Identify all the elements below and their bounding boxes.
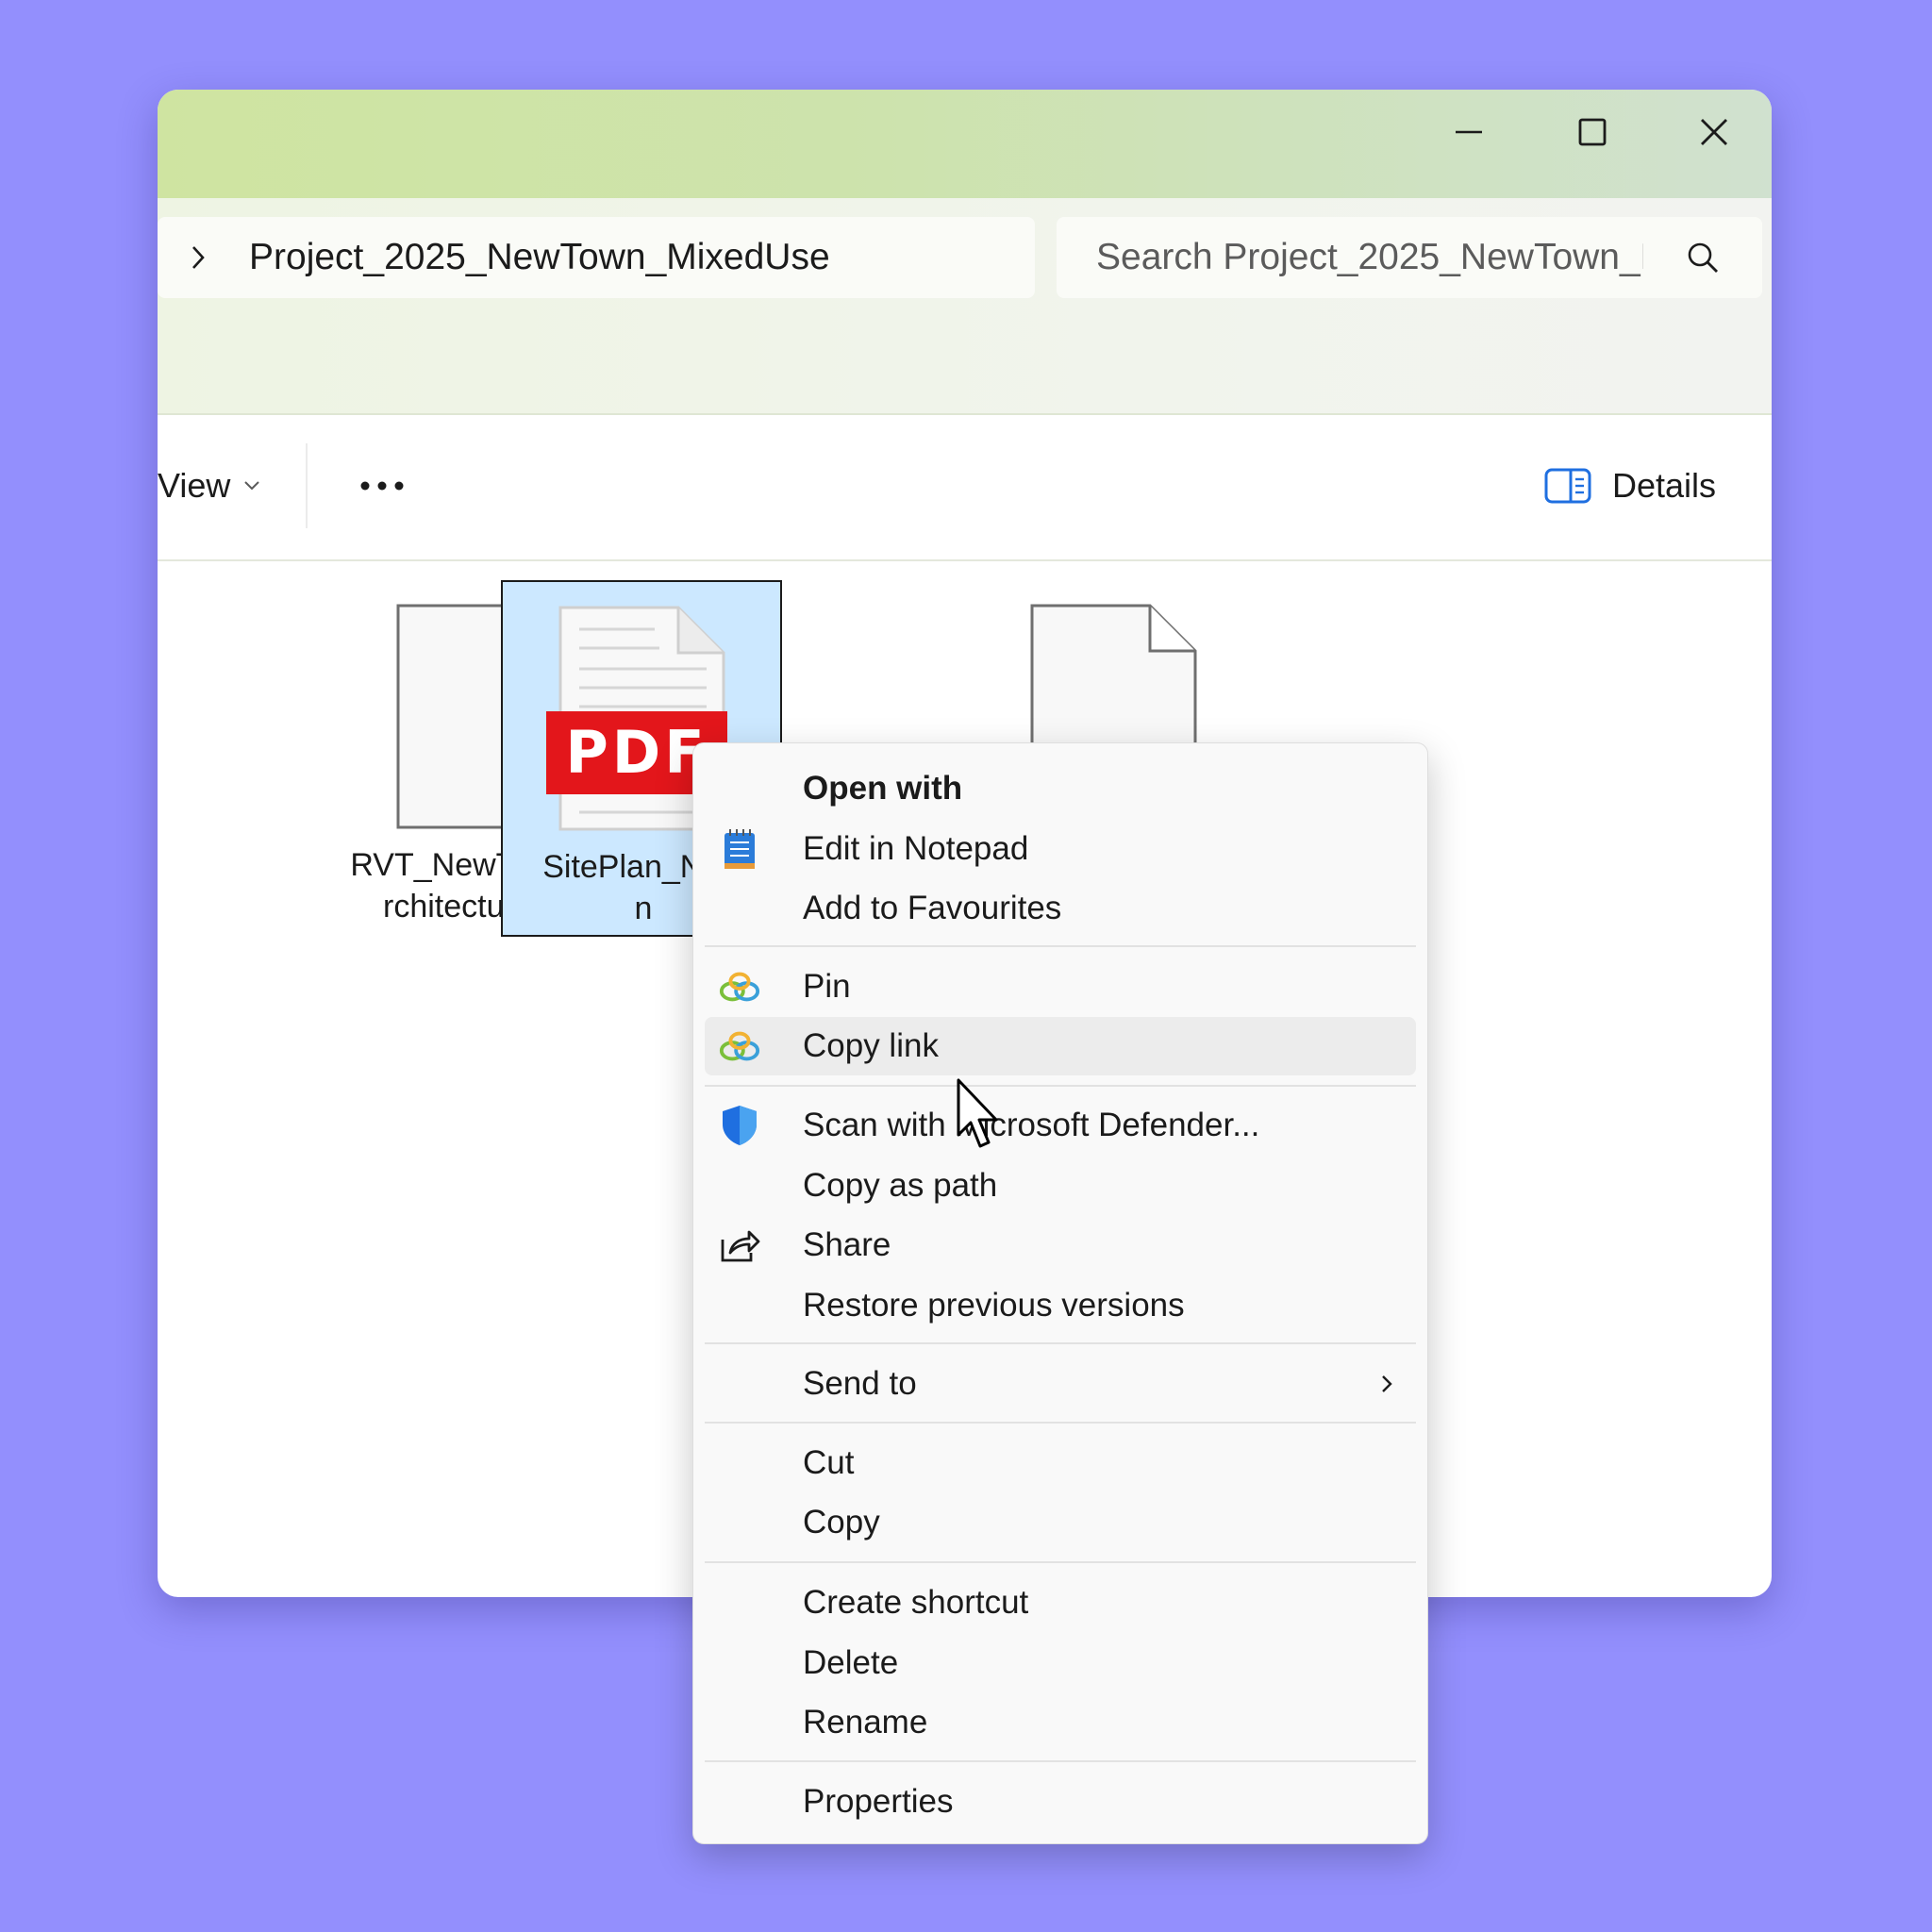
mouse-cursor-icon <box>957 1078 998 1148</box>
menu-item-copy-as-path[interactable]: Copy as path <box>705 1157 1416 1215</box>
minimize-icon <box>1456 130 1482 134</box>
menu-item-restore-versions[interactable]: Restore previous versions <box>705 1276 1416 1335</box>
menu-item-send-to[interactable]: Send to <box>705 1355 1416 1413</box>
menu-separator <box>705 1561 1416 1563</box>
menu-item-edit-notepad[interactable]: Edit in Notepad <box>705 820 1416 878</box>
view-button[interactable]: View <box>158 453 275 519</box>
more-options-button[interactable] <box>346 453 418 519</box>
menu-item-scan-defender[interactable]: Scan with Microsoft Defender... <box>705 1096 1416 1155</box>
search-icon <box>1688 242 1718 273</box>
menu-item-copy[interactable]: Copy <box>705 1493 1416 1552</box>
cloud-link-icon <box>718 1024 761 1068</box>
menu-item-pin[interactable]: Pin <box>705 958 1416 1016</box>
menu-item-rename[interactable]: Rename <box>705 1693 1416 1752</box>
close-button[interactable] <box>1656 90 1772 175</box>
menu-separator <box>705 1342 1416 1344</box>
menu-item-add-favourites[interactable]: Add to Favourites <box>705 879 1416 938</box>
menu-separator <box>705 1085 1416 1087</box>
view-label: View <box>158 466 231 505</box>
command-bar: View Details <box>158 415 1772 561</box>
details-pane-icon <box>1544 468 1591 504</box>
cloud-link-icon <box>718 965 761 1008</box>
menu-item-cut[interactable]: Cut <box>705 1434 1416 1492</box>
menu-separator <box>705 1760 1416 1762</box>
address-bar[interactable]: Project_2025_NewTown_MixedUse <box>158 217 1035 298</box>
chevron-right-icon <box>1382 1375 1392 1392</box>
toolbar-divider <box>306 443 308 528</box>
more-icon <box>360 481 404 491</box>
search-placeholder: Search Project_2025_NewTown_M <box>1096 237 1643 277</box>
chevron-right-icon[interactable] <box>184 238 212 277</box>
menu-item-create-shortcut[interactable]: Create shortcut <box>705 1574 1416 1632</box>
minimize-button[interactable] <box>1407 90 1530 175</box>
maximize-icon <box>1578 118 1607 146</box>
menu-item-open-with[interactable]: Open with <box>705 759 1416 818</box>
chevron-down-icon <box>244 481 260 491</box>
menu-item-properties[interactable]: Properties <box>705 1773 1416 1831</box>
search-input[interactable]: Search Project_2025_NewTown_M <box>1057 217 1762 298</box>
menu-separator <box>705 1422 1416 1424</box>
context-menu: Open with Edit in Notepad Add to Favouri… <box>692 742 1428 1844</box>
details-label: Details <box>1612 466 1717 505</box>
close-icon <box>1700 119 1727 145</box>
menu-item-share[interactable]: Share <box>705 1216 1416 1274</box>
share-icon <box>718 1224 761 1267</box>
breadcrumb[interactable]: Project_2025_NewTown_MixedUse <box>249 234 830 281</box>
details-pane-button[interactable]: Details <box>1544 453 1733 519</box>
menu-item-delete[interactable]: Delete <box>705 1634 1416 1692</box>
menu-item-copy-link[interactable]: Copy link <box>705 1017 1416 1075</box>
shield-icon <box>718 1104 761 1147</box>
maximize-button[interactable] <box>1531 90 1654 175</box>
menu-separator <box>705 945 1416 947</box>
notepad-icon <box>718 827 761 871</box>
